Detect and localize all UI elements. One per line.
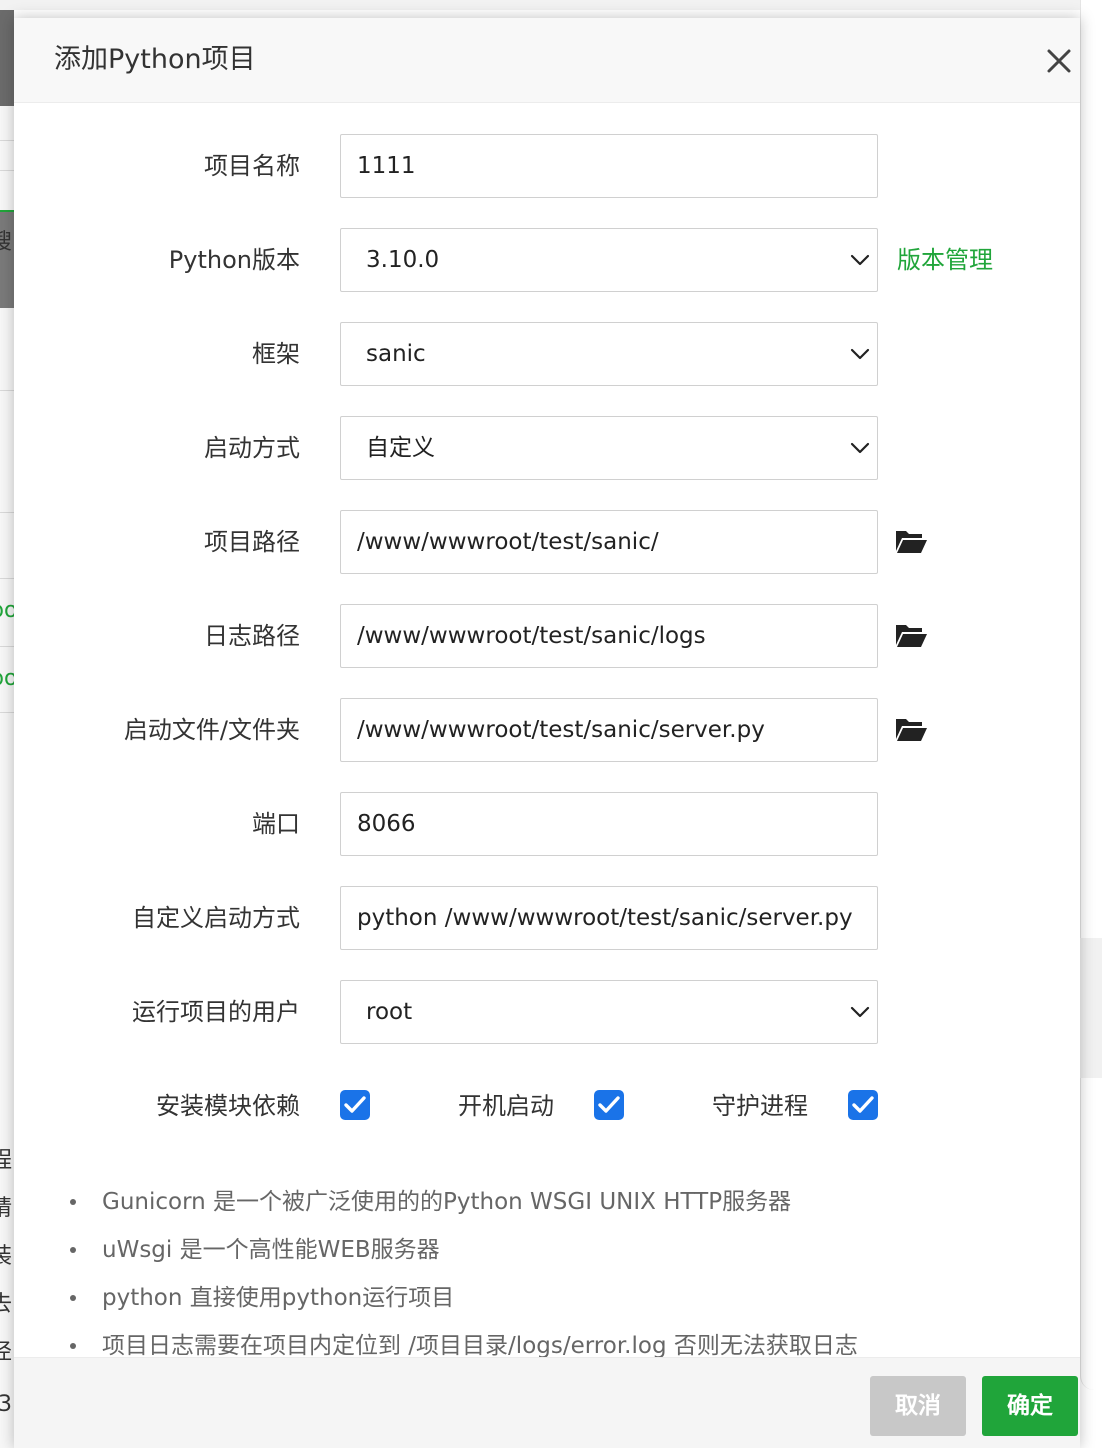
background-divider [0, 390, 14, 391]
row-port: 端口 [14, 792, 1080, 856]
python-version-select[interactable]: 3.10.0 [340, 228, 878, 292]
port-input[interactable] [340, 792, 878, 856]
framework-select[interactable]: sanic [340, 322, 878, 386]
bullet-icon [70, 1199, 76, 1205]
row-python-version: Python版本 3.10.0 版本管理 [14, 228, 1080, 292]
python-version-value: 3.10.0 [366, 247, 440, 273]
project-name-input[interactable] [340, 134, 878, 198]
close-button[interactable] [1046, 48, 1080, 82]
chevron-down-icon [850, 1006, 870, 1018]
dialog-title: 添加Python项目 [54, 44, 256, 75]
background-right-block [1080, 938, 1102, 1078]
project-name-label: 项目名称 [204, 152, 300, 180]
startup-mode-select[interactable]: 自定义 [340, 416, 878, 480]
custom-startup-input[interactable] [340, 886, 878, 950]
help-note-text: uWsgi 是一个高性能WEB服务器 [102, 1237, 440, 1263]
run-user-value: root [366, 999, 413, 1025]
cancel-button[interactable]: 取消 [870, 1376, 966, 1436]
install-deps-checkbox[interactable] [340, 1090, 370, 1120]
bullet-icon [70, 1343, 76, 1349]
chevron-down-icon [850, 348, 870, 360]
checkmark-icon [344, 1096, 366, 1113]
help-note-text: 项目日志需要在项目内定位到 /项目目录/logs/error.log 否则无法获… [102, 1333, 858, 1359]
chevron-down-icon [850, 442, 870, 454]
checkmark-icon [852, 1096, 874, 1113]
background-right-panel [1080, 0, 1102, 1390]
row-log-path: 日志路径 [14, 604, 1080, 668]
row-custom-startup: 自定义启动方式 [14, 886, 1080, 950]
close-icon [1047, 49, 1071, 73]
auto-start-label: 开机启动 [458, 1092, 554, 1120]
checkmark-icon [598, 1096, 620, 1113]
folder-open-icon[interactable] [894, 621, 928, 649]
help-note-text: Gunicorn 是一个被广泛使用的的Python WSGI UNIX HTTP… [102, 1189, 792, 1215]
dialog-footer: 取消 确定 [14, 1357, 1080, 1448]
folder-open-icon[interactable] [894, 715, 928, 743]
help-note-item: uWsgi 是一个高性能WEB服务器 [70, 1232, 440, 1268]
dialog-header: 添加Python项目 [14, 18, 1080, 103]
row-project-path: 项目路径 [14, 510, 1080, 574]
folder-open-icon[interactable] [894, 527, 928, 555]
row-startup-mode: 启动方式 自定义 [14, 416, 1080, 480]
background-divider [0, 712, 14, 713]
help-note-text: python 直接使用python运行项目 [102, 1285, 455, 1311]
background-dark-block [0, 10, 14, 106]
install-deps-label: 安装模块依赖 [156, 1092, 300, 1120]
port-label: 端口 [252, 810, 300, 838]
bullet-icon [70, 1247, 76, 1253]
row-project-name: 项目名称 [14, 134, 1080, 198]
background-divider [0, 646, 14, 647]
startup-mode-value: 自定义 [366, 435, 435, 461]
auto-start-checkbox[interactable] [594, 1090, 624, 1120]
row-startup-file: 启动文件/文件夹 [14, 698, 1080, 762]
framework-value: sanic [366, 341, 426, 367]
framework-label: 框架 [252, 340, 300, 368]
background-divider [0, 170, 14, 171]
background-divider [0, 140, 14, 141]
help-notes-list: Gunicorn 是一个被广泛使用的的Python WSGI UNIX HTTP… [14, 1178, 1080, 1378]
run-user-label: 运行项目的用户 [132, 998, 300, 1026]
project-path-input[interactable] [340, 510, 878, 574]
python-version-label: Python版本 [168, 246, 300, 274]
row-run-user: 运行项目的用户 root [14, 980, 1080, 1044]
startup-file-input[interactable] [340, 698, 878, 762]
run-user-select[interactable]: root [340, 980, 878, 1044]
add-python-project-dialog: 添加Python项目 项目名称 Python版本 3.10.0 版本管理 框架 … [14, 18, 1080, 1448]
row-framework: 框架 sanic [14, 322, 1080, 386]
startup-mode-label: 启动方式 [204, 434, 300, 462]
custom-startup-label: 自定义启动方式 [132, 904, 300, 932]
background-divider [0, 578, 14, 579]
daemon-checkbox[interactable] [848, 1090, 878, 1120]
log-path-input[interactable] [340, 604, 878, 668]
options-checkbox-row: 安装模块依赖 开机启动 守护进程 [14, 1084, 1080, 1128]
startup-file-label: 启动文件/文件夹 [123, 716, 300, 744]
confirm-button[interactable]: 确定 [982, 1376, 1078, 1436]
log-path-label: 日志路径 [204, 622, 300, 650]
project-path-label: 项目路径 [204, 528, 300, 556]
chevron-down-icon [850, 254, 870, 266]
bullet-icon [70, 1295, 76, 1301]
background-divider [0, 512, 14, 513]
version-management-link[interactable]: 版本管理 [897, 228, 993, 292]
background-top-strip [0, 0, 1102, 10]
daemon-label: 守护进程 [712, 1092, 808, 1120]
help-note-item: python 直接使用python运行项目 [70, 1280, 455, 1316]
help-note-item: Gunicorn 是一个被广泛使用的的Python WSGI UNIX HTTP… [70, 1184, 792, 1220]
